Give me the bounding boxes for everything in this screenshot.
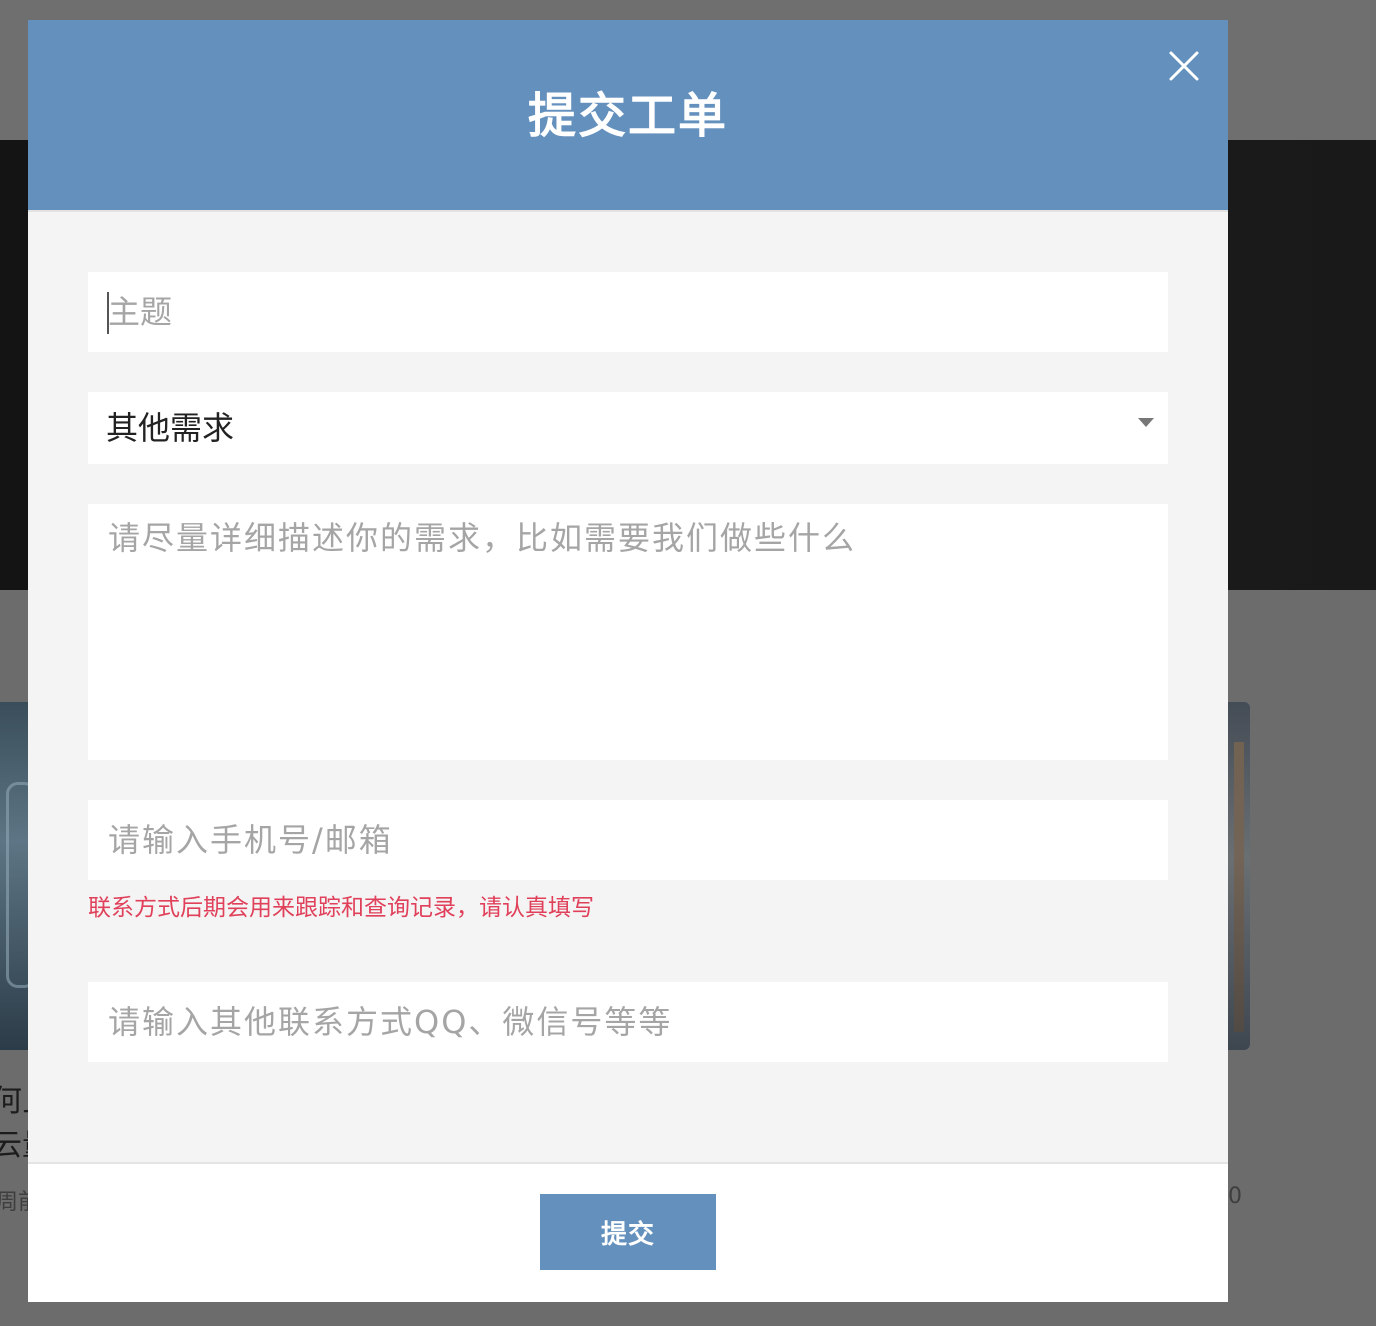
category-select-value: 其他需求 [106,409,235,447]
background-card-meta-right: 0 [1228,1184,1242,1209]
description-textarea[interactable] [88,504,1168,760]
other-contact-input[interactable] [88,982,1168,1062]
ticket-modal: 提交工单 其他需求 联系方式后期会用来跟踪和查询记录，请认真填写 提交 [28,20,1228,1302]
modal-header: 提交工单 [28,20,1228,212]
dropdown-arrow-icon [1138,418,1154,427]
modal-title: 提交工单 [527,88,728,144]
category-select[interactable]: 其他需求 [88,392,1168,464]
contact-hint: 联系方式后期会用来跟踪和查询记录，请认真填写 [88,895,594,921]
close-icon[interactable] [1166,48,1202,84]
subject-input[interactable] [88,272,1168,352]
submit-button[interactable]: 提交 [540,1194,716,1270]
contact-input[interactable] [88,800,1168,880]
modal-footer: 提交 [28,1162,1228,1302]
